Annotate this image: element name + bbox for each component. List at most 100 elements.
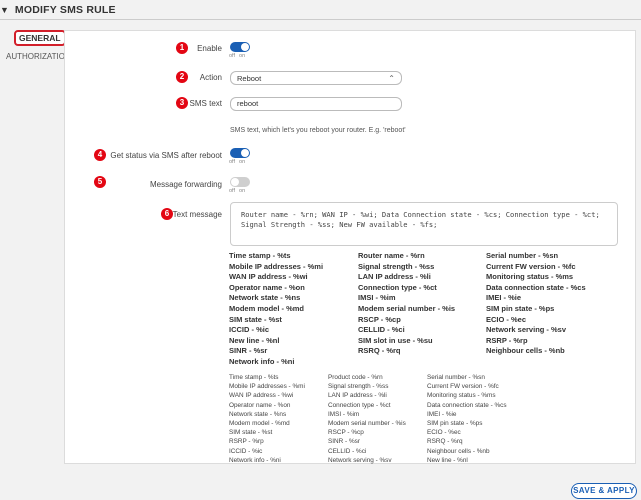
get-status-toggle[interactable] — [230, 148, 250, 158]
get-status-toggle-labels: off on — [229, 159, 246, 165]
variable-column-1: Time stamp - %ts Mobile IP addresses - %… — [229, 373, 329, 465]
list-item: CELLID - %ci — [358, 325, 405, 335]
tab-authorization[interactable]: AUTHORIZATION — [6, 52, 71, 61]
list-item: Current FW version - %fc — [486, 261, 576, 271]
list-item: SINR - %sr — [229, 346, 268, 356]
list-item: Connection type - %ct — [358, 282, 437, 292]
text-message-textarea[interactable]: Router name - %rn; WAN IP - %wi; Data Co… — [230, 202, 618, 246]
list-item: Time stamp - %ts — [229, 251, 291, 260]
page-title: MODIFY SMS RULE — [14, 4, 116, 16]
list-item: SIM pin state - %ps — [427, 419, 483, 427]
chevron-down-icon[interactable]: ▼ — [0, 5, 9, 15]
message-forwarding-toggle-labels: off on — [229, 188, 246, 194]
page-header: ▼ MODIFY SMS RULE — [0, 0, 641, 20]
text-message-label: Text message — [172, 210, 222, 219]
list-item: Network info - %ni — [229, 356, 295, 366]
toggle-knob — [241, 149, 249, 157]
list-item: IMEI - %ie — [486, 293, 522, 303]
save-apply-button[interactable]: SAVE & APPLY — [571, 483, 637, 499]
list-item: Mobile IP addresses - %mi — [229, 383, 305, 391]
variable-column-2: Product code - %rn Signal strength - %ss… — [328, 373, 428, 465]
list-item: Modem model - %md — [229, 419, 290, 427]
list-item: Neighbour cells - %nb — [427, 447, 490, 455]
list-item: SIM state - %st — [229, 429, 273, 437]
action-select[interactable]: Reboot ⌃ — [230, 71, 402, 85]
message-forwarding-label: Message forwarding — [149, 180, 222, 189]
variable-column-1: Time stamp - %ts Mobile IP addresses - %… — [229, 251, 359, 368]
toggle-knob — [241, 43, 249, 51]
enable-toggle[interactable] — [230, 42, 250, 52]
list-item: ICCID - %ic — [229, 325, 270, 335]
sms-text-label: SMS text — [189, 99, 222, 108]
text-message-line-2: Signal Strength - %ss; New FW available … — [241, 220, 438, 229]
enable-label: Enable — [197, 44, 222, 53]
list-item: Modem model - %md — [229, 303, 305, 313]
list-item: Time stamp - %ts — [229, 374, 279, 381]
variable-column-2: Router name - %rn Signal strength - %ss … — [358, 251, 488, 357]
list-item: Router name - %rn — [358, 251, 425, 260]
list-item: Current FW version - %fc — [427, 383, 499, 391]
list-item: RSCP - %cp — [358, 314, 401, 324]
list-item: RSRP - %rp — [486, 335, 528, 345]
list-item: RSRQ - %rq — [358, 346, 401, 356]
list-item: Modem serial number - %is — [358, 303, 456, 313]
variable-column-3: Serial number - %sn Current FW version -… — [486, 251, 616, 357]
list-item: Signal strength - %ss — [328, 383, 389, 391]
list-item: Serial number - %sn — [427, 374, 485, 381]
list-item: SINR - %sr — [328, 438, 360, 446]
list-item: IMEI - %ie — [427, 410, 457, 418]
toggle-knob — [231, 178, 239, 186]
step-badge-1: 1 — [176, 42, 188, 54]
list-item: Data connection state - %cs — [427, 401, 507, 409]
list-item: Operator name - %on — [229, 401, 291, 409]
list-item: RSRP - %rp — [229, 438, 264, 446]
sms-text-input[interactable]: reboot — [230, 97, 402, 111]
list-item: Data connection state - %cs — [486, 282, 586, 292]
sms-text-helper: SMS text, which let's you reboot your ro… — [230, 127, 406, 134]
list-item: Network serving - %sv — [328, 456, 392, 464]
list-item: Network state - %ns — [229, 410, 287, 418]
list-item: Serial number - %sn — [486, 251, 559, 260]
text-message-line-1: Router name - %rn; WAN IP - %wi; Data Co… — [241, 210, 600, 219]
step-badge-6: 6 — [161, 208, 173, 220]
list-item: SIM pin state - %ps — [486, 303, 555, 313]
list-item: LAN IP address - %li — [358, 272, 431, 282]
step-badge-4: 4 — [94, 149, 106, 161]
list-item: Product code - %rn — [328, 374, 383, 381]
list-item: ECIO - %ec — [486, 314, 527, 324]
list-item: ECIO - %ec — [427, 429, 461, 437]
step-badge-5: 5 — [94, 176, 106, 188]
action-label: Action — [199, 73, 222, 82]
list-item: SIM state - %st — [229, 314, 282, 324]
list-item: IMSI - %im — [328, 410, 360, 418]
list-item: Monitoring status - %ms — [427, 392, 496, 400]
get-status-label: Get status via SMS after reboot — [110, 151, 222, 160]
list-item: Operator name - %on — [229, 282, 305, 292]
list-item: New line - %nl — [427, 456, 468, 464]
tab-general[interactable]: GENERAL — [14, 30, 66, 46]
list-item: RSRQ - %rq — [427, 438, 463, 446]
list-item: CELLID - %ci — [328, 447, 367, 455]
message-forwarding-toggle[interactable] — [230, 177, 250, 187]
list-item: Mobile IP addresses - %mi — [229, 261, 324, 271]
list-item: Modem serial number - %is — [328, 419, 406, 427]
list-item: Monitoring status - %ms — [486, 272, 574, 282]
header-divider — [0, 19, 641, 20]
step-badge-3: 3 — [176, 97, 188, 109]
list-item: IMSI - %im — [358, 293, 396, 303]
list-item: WAN IP address - %wi — [229, 272, 308, 282]
list-item: ICCID - %ic — [229, 447, 263, 455]
list-item: RSCP - %cp — [328, 429, 364, 437]
list-item: Network info - %ni — [229, 456, 281, 464]
list-item: Network serving - %sv — [486, 325, 567, 335]
step-badge-2: 2 — [176, 71, 188, 83]
list-item: Connection type - %ct — [328, 401, 391, 409]
list-item: New line - %nl — [229, 335, 280, 345]
list-item: WAN IP address - %wi — [229, 392, 294, 400]
enable-toggle-labels: off on — [229, 53, 246, 59]
list-item: Neighbour cells - %nb — [486, 346, 565, 356]
list-item: SIM slot in use - %su — [358, 335, 433, 345]
list-item: Signal strength - %ss — [358, 261, 435, 271]
action-value: Reboot — [237, 74, 262, 83]
chevron-up-icon: ⌃ — [388, 74, 395, 83]
